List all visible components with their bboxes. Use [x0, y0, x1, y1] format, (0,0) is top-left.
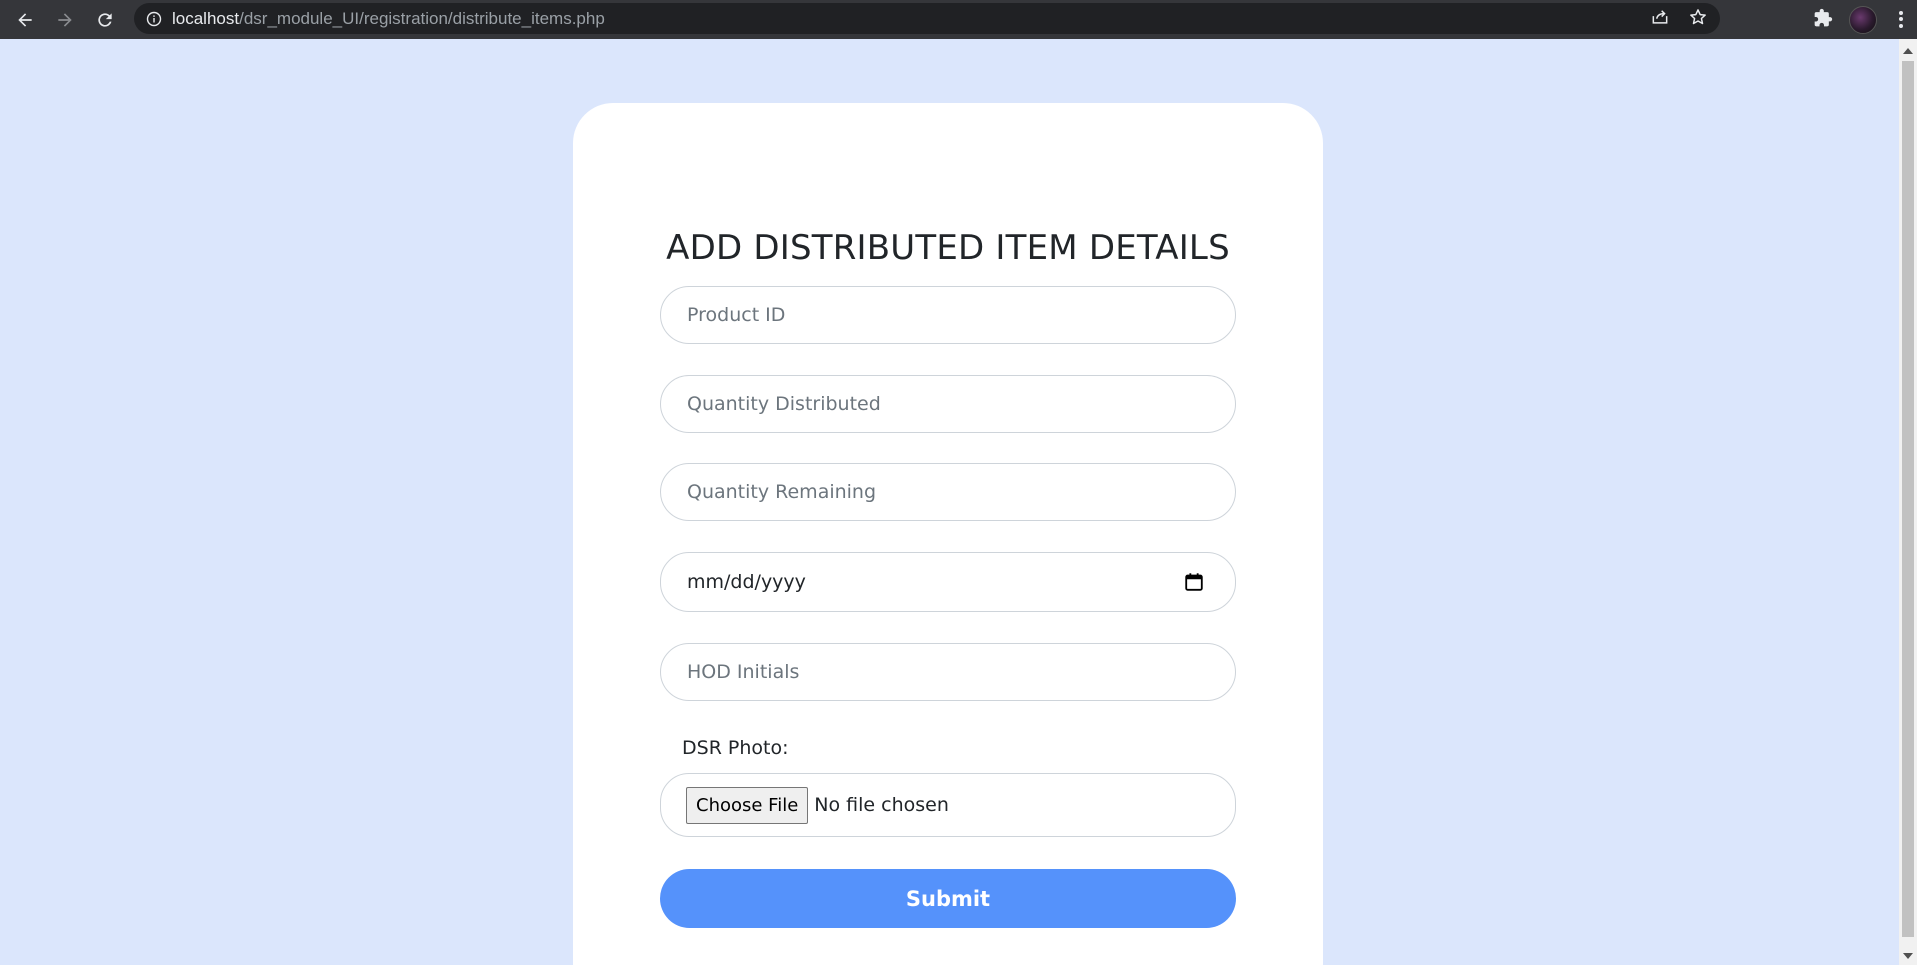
quantity-distributed-field[interactable]	[660, 375, 1236, 433]
url-host: localhost	[172, 8, 240, 28]
profile-avatar[interactable]	[1849, 5, 1877, 34]
info-icon[interactable]	[146, 11, 162, 27]
share-icon[interactable]	[1650, 7, 1670, 31]
dsr-photo-label: DSR Photo:	[682, 737, 789, 759]
hod-initials-input[interactable]	[687, 661, 1235, 683]
back-arrow-icon[interactable]	[12, 7, 38, 33]
scrollbar-thumb[interactable]	[1902, 61, 1914, 937]
quantity-distributed-input[interactable]	[687, 393, 1235, 415]
submit-button[interactable]: Submit	[660, 869, 1236, 928]
dsr-photo-file-field[interactable]: Choose File No file chosen	[660, 773, 1236, 837]
quantity-remaining-input[interactable]	[687, 481, 1235, 503]
url-text: localhost/dsr_module_UI/registration/dis…	[172, 9, 605, 29]
forward-arrow-icon[interactable]	[52, 7, 78, 33]
form-card: ADD DISTRIBUTED ITEM DETAILS mm/dd/yyyy …	[573, 103, 1323, 965]
scroll-down-arrow-icon[interactable]	[1903, 953, 1913, 959]
star-icon[interactable]	[1688, 7, 1708, 31]
no-file-text: No file chosen	[814, 794, 949, 816]
address-bar[interactable]: localhost/dsr_module_UI/registration/dis…	[134, 3, 1720, 34]
page-title: ADD DISTRIBUTED ITEM DETAILS	[666, 228, 1230, 268]
scroll-up-arrow-icon[interactable]	[1903, 48, 1913, 54]
page-viewport: ADD DISTRIBUTED ITEM DETAILS mm/dd/yyyy …	[0, 39, 1899, 965]
kebab-menu-icon[interactable]	[1893, 10, 1909, 30]
date-field[interactable]: mm/dd/yyyy	[660, 552, 1236, 612]
calendar-icon[interactable]	[1183, 571, 1205, 593]
quantity-remaining-field[interactable]	[660, 463, 1236, 521]
browser-toolbar: localhost/dsr_module_UI/registration/dis…	[0, 0, 1917, 39]
url-path: /dsr_module_UI/registration/distribute_i…	[239, 8, 605, 28]
puzzle-icon[interactable]	[1813, 8, 1833, 32]
reload-icon[interactable]	[92, 7, 118, 33]
product-id-input[interactable]	[687, 304, 1235, 326]
vertical-scrollbar[interactable]	[1899, 39, 1917, 965]
hod-initials-field[interactable]	[660, 643, 1236, 701]
product-id-field[interactable]	[660, 286, 1236, 344]
date-input[interactable]: mm/dd/yyyy	[687, 571, 806, 593]
choose-file-button[interactable]: Choose File	[686, 786, 809, 824]
